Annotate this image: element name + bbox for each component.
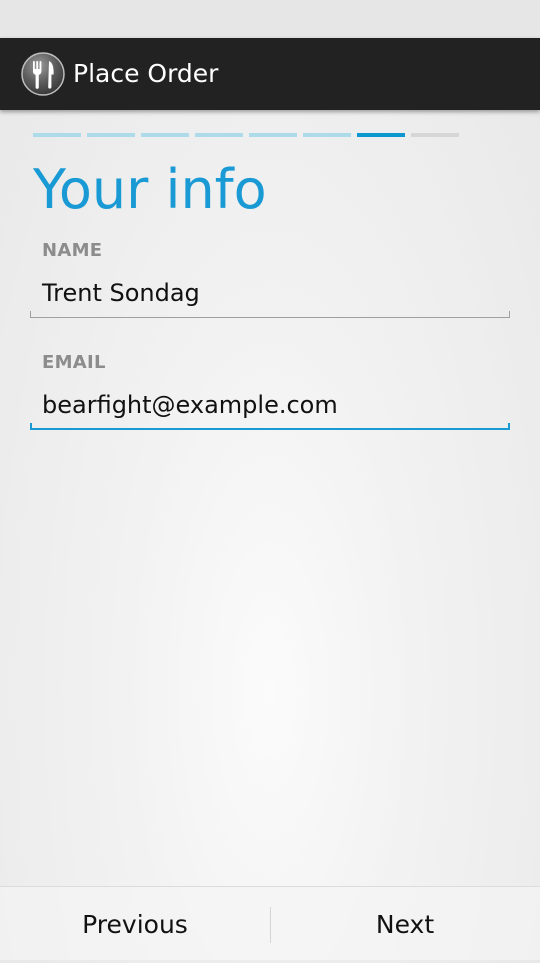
name-field-underline (30, 311, 510, 318)
app-title: Place Order (73, 59, 219, 88)
email-label: EMAIL (42, 352, 106, 373)
previous-button[interactable]: Previous (0, 887, 270, 960)
step-indicator (33, 133, 465, 139)
email-field-underline (30, 423, 510, 430)
step-segment (303, 133, 351, 137)
name-label: NAME (42, 240, 103, 261)
step-segment (249, 133, 297, 137)
name-field[interactable]: Trent Sondag (42, 279, 200, 307)
bottom-navigation-bar: Previous Next (0, 886, 540, 960)
email-field[interactable]: bearfight@example.com (42, 391, 338, 419)
step-segment (33, 133, 81, 137)
step-segment (141, 133, 189, 137)
fork-knife-icon[interactable] (21, 52, 65, 96)
next-button[interactable]: Next (270, 887, 540, 960)
step-segment (411, 133, 459, 137)
step-segment (195, 133, 243, 137)
step-segment (87, 133, 135, 137)
status-bar (0, 0, 540, 38)
page-title: Your info (33, 158, 267, 221)
action-bar: Place Order (0, 38, 540, 110)
step-segment (357, 133, 405, 137)
